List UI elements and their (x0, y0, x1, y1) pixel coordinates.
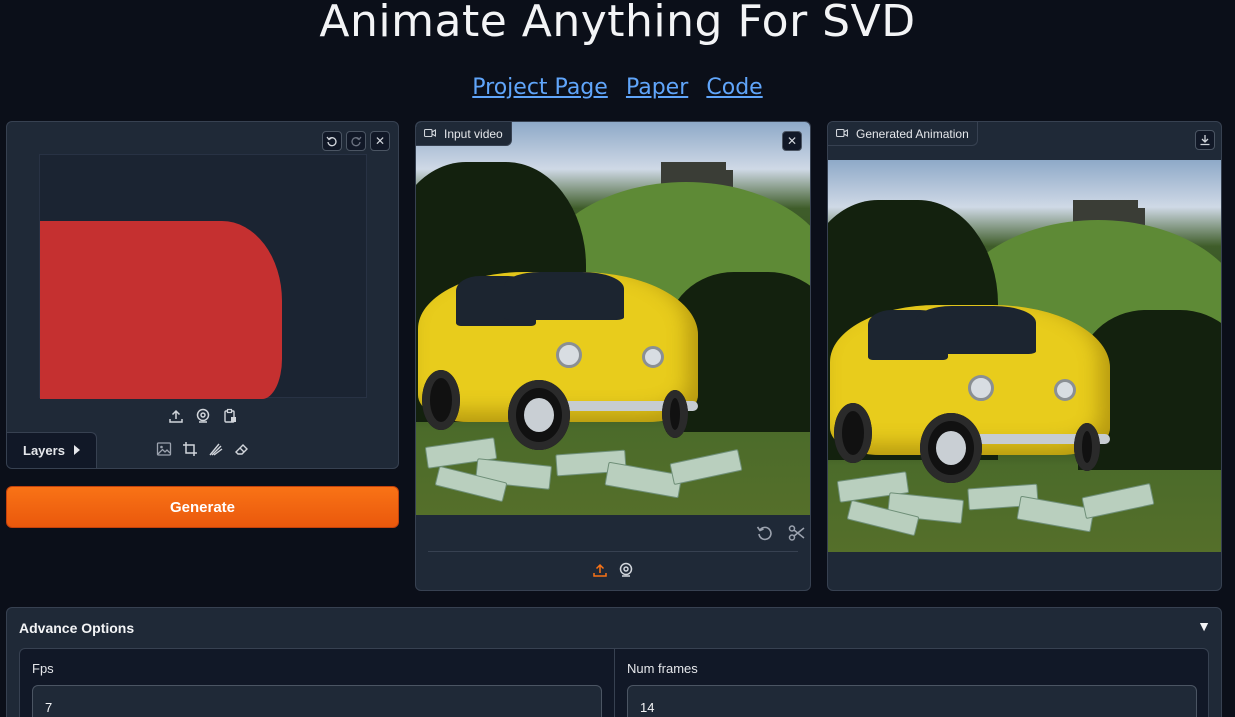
num-frames-input[interactable]: 14 (627, 685, 1197, 717)
advance-options-accordion: Advance Options ▼ Fps 7 Num frames 14 (6, 607, 1222, 717)
num-frames-field: Num frames 14 (615, 649, 1210, 717)
download-icon[interactable] (1195, 130, 1215, 150)
advance-options-body: Fps 7 Num frames 14 (19, 648, 1209, 717)
input-video-label: Input video (444, 126, 503, 141)
layers-label: Layers (23, 443, 65, 458)
brush-icon[interactable] (207, 440, 225, 458)
upload-icon[interactable] (167, 407, 185, 425)
code-link[interactable]: Code (706, 75, 762, 100)
crop-icon[interactable] (181, 440, 199, 458)
video-icon (835, 127, 849, 141)
fps-input[interactable]: 7 (32, 685, 602, 717)
triangle-down-icon[interactable]: ▼ (1197, 618, 1211, 634)
generated-animation-label-tag: Generated Animation (828, 122, 978, 146)
generated-video-player[interactable] (828, 160, 1221, 552)
clipboard-icon[interactable] (221, 407, 239, 425)
close-video-icon[interactable]: ✕ (782, 131, 802, 151)
webcam-icon[interactable] (618, 562, 634, 583)
header-links: Project Page Paper Code (0, 74, 1235, 100)
image-icon[interactable] (155, 440, 173, 458)
video-source-toolbar (592, 562, 634, 583)
page-title: Animate Anything For SVD (319, 0, 916, 47)
eraser-icon[interactable] (233, 440, 251, 458)
image-editor: ✕ Layers (6, 121, 399, 469)
video-icon (423, 127, 437, 141)
project-page-link[interactable]: Project Page (472, 75, 608, 100)
num-frames-label: Num frames (627, 661, 698, 676)
close-icon[interactable]: ✕ (370, 131, 390, 151)
undo-icon[interactable] (322, 131, 342, 151)
advance-options-title[interactable]: Advance Options (19, 620, 134, 636)
edit-toolbar (155, 440, 251, 458)
upload-icon[interactable] (592, 562, 608, 583)
undo-icon[interactable] (756, 524, 774, 547)
caret-right-icon (73, 443, 81, 458)
input-video-panel: Input video ✕ (415, 121, 811, 591)
input-video-player[interactable] (416, 122, 810, 515)
fps-label: Fps (32, 661, 54, 676)
input-video-label-tag: Input video (416, 122, 512, 146)
scissors-icon[interactable] (788, 524, 806, 547)
paper-link[interactable]: Paper (626, 75, 688, 100)
video-trim-controls (756, 524, 806, 547)
generate-button[interactable]: Generate (6, 486, 399, 528)
fps-field: Fps 7 (20, 649, 615, 717)
source-toolbar (167, 407, 239, 425)
generated-animation-label: Generated Animation (856, 126, 969, 141)
drawing-canvas[interactable] (39, 154, 367, 399)
webcam-icon[interactable] (194, 407, 212, 425)
generated-animation-panel: Generated Animation (827, 121, 1222, 591)
layers-button[interactable]: Layers (7, 432, 97, 468)
redo-icon[interactable] (346, 131, 366, 151)
mask-shape (40, 221, 282, 399)
